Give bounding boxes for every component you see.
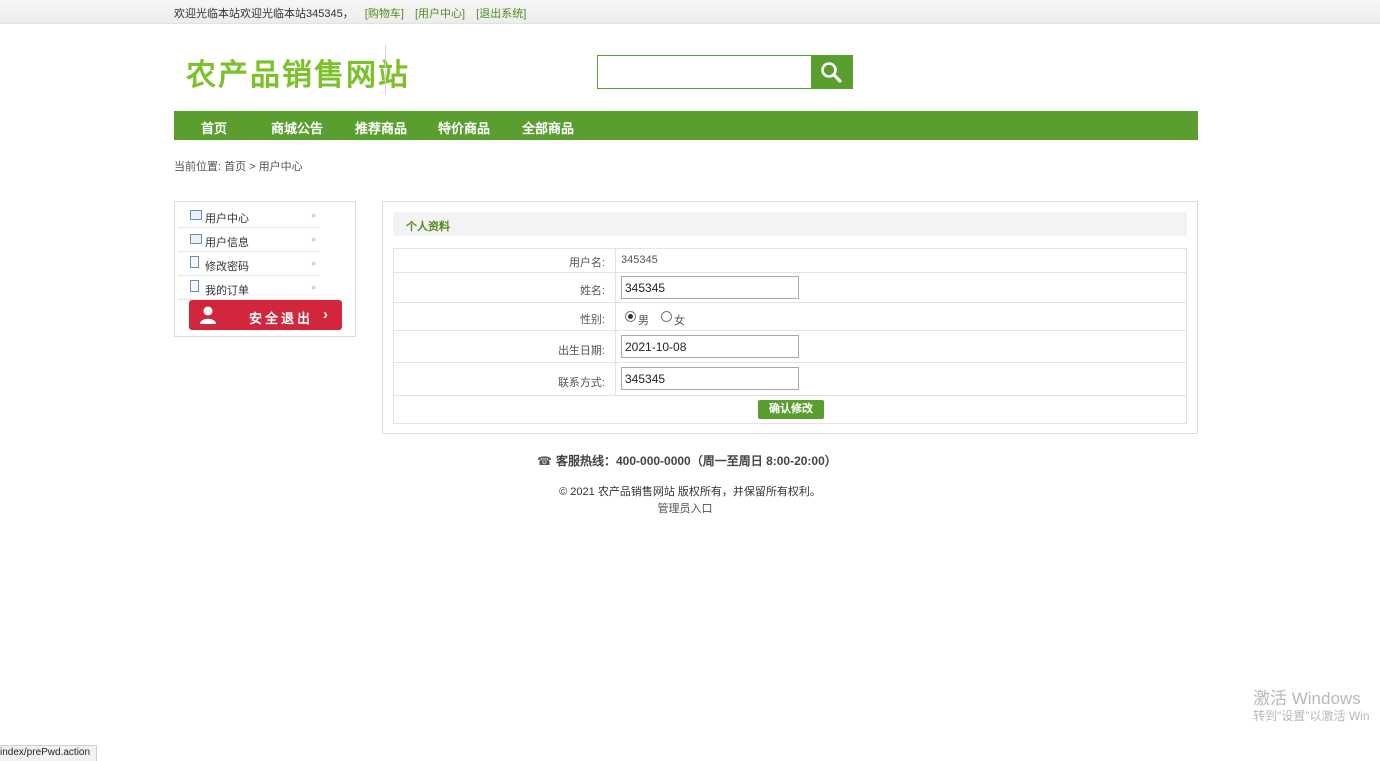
document-icon	[190, 280, 199, 292]
name-label: 姓名:	[394, 273, 616, 302]
panel-title: 个人资料	[393, 212, 1187, 236]
search-icon	[821, 62, 842, 83]
birth-row: 出生日期:	[394, 331, 1186, 363]
hotline: ☎ 客服热线：400-000-0000（周一至周日 8:00-20:00）	[537, 452, 837, 469]
sidebar-item-my-orders[interactable]: 我的订单 »	[179, 276, 319, 300]
username-row: 用户名: 345345	[394, 249, 1186, 273]
main-nav: 首页 商城公告 推荐商品 特价商品 全部商品	[174, 111, 1198, 140]
sidebar-item-label: 我的订单	[205, 285, 249, 297]
panel-title-text: 个人资料	[406, 221, 450, 233]
name-row: 姓名:	[394, 273, 1186, 303]
search-button[interactable]	[811, 56, 852, 88]
logo-divider	[385, 45, 386, 95]
birth-label: 出生日期:	[394, 331, 616, 362]
sidebar-item-label: 用户信息	[205, 237, 249, 249]
chevron-right-icon: »	[311, 282, 317, 292]
username-value: 345345	[621, 254, 658, 266]
phone-icon: ☎	[537, 454, 552, 468]
safe-logout-label: 安全退出	[249, 311, 314, 326]
admin-entry-link[interactable]: 管理员入口	[0, 500, 1370, 516]
profile-form: 用户名: 345345 姓名: 性别: 男 女 出生日期: 联系方式: 确认修改	[393, 248, 1187, 424]
nav-home[interactable]: 首页	[201, 118, 227, 137]
chevron-right-icon: »	[311, 234, 317, 244]
submit-row: 确认修改	[394, 396, 1186, 423]
document-icon	[190, 256, 199, 268]
status-bar-url: index/prePwd.action	[0, 745, 98, 761]
gender-male-label: 男	[638, 315, 649, 327]
search-box	[597, 55, 853, 89]
chevron-right-icon: »	[311, 258, 317, 268]
confirm-modify-button[interactable]: 确认修改	[758, 400, 824, 419]
gender-female-radio[interactable]	[661, 311, 672, 322]
contact-label: 联系方式:	[394, 363, 616, 395]
profile-panel: 个人资料 用户名: 345345 姓名: 性别: 男 女 出生日期: 联系方式:…	[382, 201, 1198, 434]
site-logo[interactable]: 农产品销售网站	[186, 50, 410, 94]
sidebar-item-user-center[interactable]: 用户中心 »	[179, 204, 319, 228]
sidebar-item-label: 修改密码	[205, 261, 249, 273]
contact-row: 联系方式:	[394, 363, 1186, 396]
sidebar-item-label: 用户中心	[205, 213, 249, 225]
cart-link[interactable]: [购物车]	[365, 8, 404, 20]
nav-all-products[interactable]: 全部商品	[522, 118, 574, 137]
gender-male-radio[interactable]	[625, 311, 636, 322]
breadcrumb: 当前位置: 首页 > 用户中心	[174, 161, 303, 173]
user-icon	[200, 306, 216, 324]
contact-field[interactable]	[621, 367, 799, 390]
chevron-right-icon: »	[311, 210, 317, 220]
name-field[interactable]	[621, 276, 799, 299]
nav-recommended[interactable]: 推荐商品	[355, 118, 407, 137]
chevron-right-icon: ›	[323, 306, 328, 323]
welcome-text: 欢迎光临本站欢迎光临本站345345，	[174, 8, 354, 20]
logout-link[interactable]: [退出系统]	[476, 8, 526, 20]
username-label: 用户名:	[394, 249, 616, 272]
windows-activation-watermark-title: 激活 Windows	[1253, 689, 1361, 708]
user-card-icon	[190, 234, 202, 244]
user-center-link[interactable]: [用户中心]	[415, 8, 465, 20]
birth-date-field[interactable]	[621, 335, 799, 358]
safe-logout-button[interactable]: 安全退出 ›	[189, 300, 342, 330]
gender-label: 性别:	[394, 303, 616, 330]
windows-activation-watermark-hint: 转到"设置"以激活 Win	[1253, 709, 1370, 723]
sidebar-item-user-info[interactable]: 用户信息 »	[179, 228, 319, 252]
gender-female-label: 女	[674, 315, 685, 327]
user-sidebar: 用户中心 » 用户信息 » 修改密码 » 我的订单 » 安全退出 ›	[174, 201, 356, 337]
search-input[interactable]	[598, 56, 812, 88]
user-card-icon	[190, 210, 202, 220]
top-bar: 欢迎光临本站欢迎光临本站345345， [购物车] [用户中心] [退出系统]	[0, 0, 1380, 24]
nav-announcements[interactable]: 商城公告	[271, 118, 323, 137]
sidebar-item-change-password[interactable]: 修改密码 »	[179, 252, 319, 276]
top-bar-links: 欢迎光临本站欢迎光临本站345345， [购物车] [用户中心] [退出系统]	[174, 5, 526, 21]
copyright: © 2021 农产品销售网站 版权所有，并保留所有权利。	[559, 486, 821, 498]
nav-specials[interactable]: 特价商品	[438, 118, 490, 137]
gender-row: 性别: 男 女	[394, 303, 1186, 331]
hotline-text: 客服热线：400-000-0000（周一至周日 8:00-20:00）	[556, 454, 837, 468]
